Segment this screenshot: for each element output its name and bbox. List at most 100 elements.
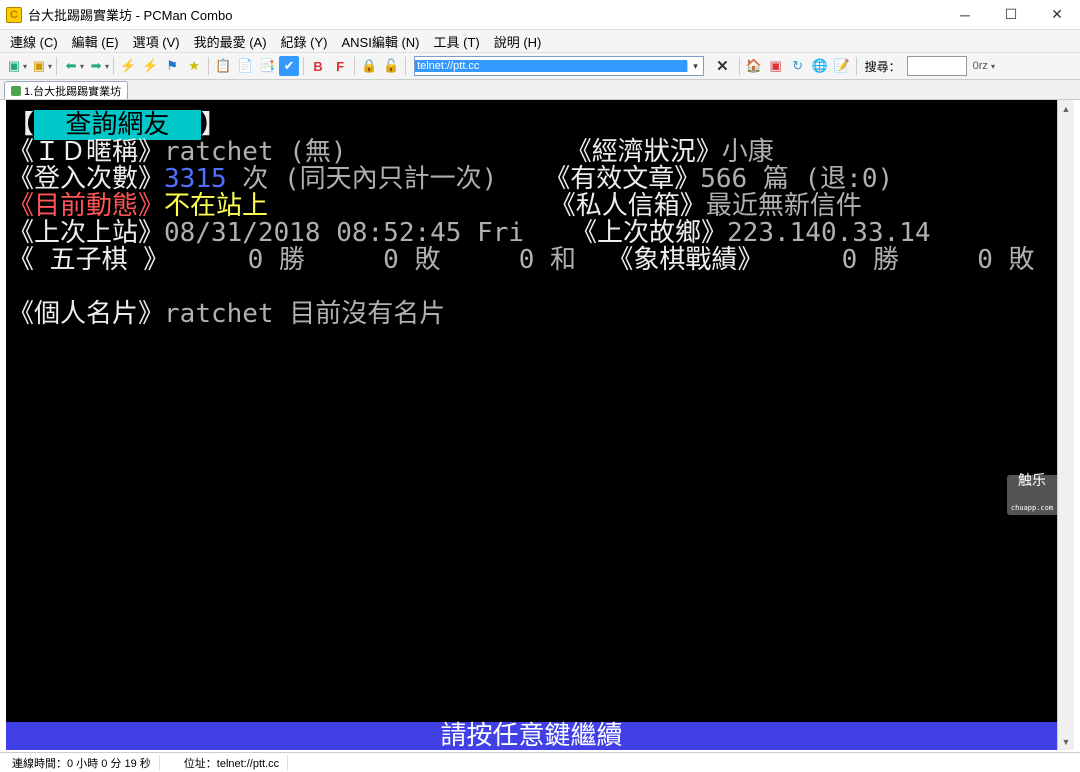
footer-prompt: 請按任意鍵繼續	[6, 722, 1057, 750]
scroll-down-icon[interactable]: ▼	[1058, 733, 1074, 750]
scrollbar[interactable]: ▲ ▼	[1057, 100, 1074, 750]
dropdown-icon[interactable]: ▾	[23, 62, 27, 71]
menu-help[interactable]: 說明 (H)	[488, 30, 548, 53]
maximize-button[interactable]: ☐	[988, 0, 1034, 30]
separator	[208, 57, 209, 75]
dropdown-icon[interactable]: ▾	[991, 62, 995, 71]
check-icon[interactable]: ✔	[279, 56, 299, 76]
status-time: 連線時間：0 小時 0 分 19 秒	[4, 755, 160, 771]
dropdown-icon[interactable]: ▾	[105, 62, 109, 71]
separator	[303, 57, 304, 75]
lastip-label: 《上次故鄉》	[571, 218, 727, 248]
bolt2-icon[interactable]: ⚡	[140, 56, 160, 76]
card-label: 《個人名片》	[8, 299, 164, 329]
window-title: 台大批踢踢實業坊 - PCMan Combo	[28, 5, 942, 24]
doc-icon[interactable]: 📑	[257, 56, 277, 76]
bolt-icon[interactable]: ⚡	[118, 56, 138, 76]
watermark: 触乐 chuapp.com	[1007, 475, 1057, 515]
mail-label: 《私人信箱》	[550, 191, 706, 221]
id-value: ratchet (無)	[164, 137, 347, 167]
watermark-text: 触乐	[1018, 468, 1046, 495]
menu-tools[interactable]: 工具 (T)	[428, 30, 486, 53]
statusbar: 連線時間：0 小時 0 分 19 秒 位址：telnet://ptt.cc	[0, 752, 1080, 772]
separator	[113, 57, 114, 75]
dropdown-icon[interactable]: ▾	[80, 62, 84, 71]
dropdown-icon[interactable]: ▾	[48, 62, 52, 71]
note-icon[interactable]: 📝	[832, 56, 852, 76]
chess-label: 《象棋戰績》	[607, 245, 763, 275]
menu-history[interactable]: 紀錄 (Y)	[275, 30, 334, 53]
bbs-header: 查詢網友	[34, 110, 201, 140]
login-count: 3315	[164, 164, 227, 194]
lock-icon[interactable]: 🔒	[359, 56, 379, 76]
forward-icon[interactable]: ➡	[86, 56, 106, 76]
lastlogin-label: 《上次上站》	[8, 218, 164, 248]
close-button[interactable]: ✕	[1034, 0, 1080, 30]
separator	[56, 57, 57, 75]
status-location: 位址：telnet://ptt.cc	[176, 755, 288, 771]
refresh-icon[interactable]: ↻	[788, 56, 808, 76]
titlebar: C 台大批踢踢實業坊 - PCMan Combo ─ ☐ ✕	[0, 0, 1080, 30]
app-window: C 台大批踢踢實業坊 - PCMan Combo ─ ☐ ✕ 連線 (C) 編輯…	[0, 0, 1080, 772]
terminal[interactable]: 【 查詢網友 】 《ＩＤ暱稱》ratchet (無) 《經濟狀況》小康 《登入次…	[6, 100, 1057, 750]
posts-value: 566 篇 (退:0)	[700, 164, 893, 194]
b-icon[interactable]: B	[308, 56, 328, 76]
new-tab-icon[interactable]: ▣	[4, 56, 24, 76]
new-window-icon[interactable]: ▣	[29, 56, 49, 76]
separator	[856, 57, 857, 75]
stop-icon[interactable]: ▣	[766, 56, 786, 76]
login-label: 《登入次數》	[8, 164, 164, 194]
copy-icon[interactable]: 📋	[213, 56, 233, 76]
app-icon: C	[6, 7, 22, 23]
address-bar[interactable]: telnet://ptt.cc ▾	[414, 56, 704, 76]
econ-value: 小康	[722, 137, 774, 167]
separator	[405, 57, 406, 75]
tab-label: 1.台大批踢踢實業坊	[24, 83, 121, 99]
lock2-icon[interactable]: 🔓	[381, 56, 401, 76]
mail-value: 最近無新信件	[706, 191, 862, 221]
tab-status-icon	[11, 86, 21, 96]
globe-icon[interactable]: 🌐	[810, 56, 830, 76]
id-label: 《ＩＤ暱稱》	[8, 137, 164, 167]
menu-ansi[interactable]: ANSI編輯 (N)	[335, 30, 425, 53]
home-icon[interactable]: 🏠	[744, 56, 764, 76]
watermark-sub: chuapp.com	[1011, 495, 1053, 522]
menu-options[interactable]: 選項 (V)	[127, 30, 186, 53]
back-icon[interactable]: ⬅	[61, 56, 81, 76]
address-dropdown-icon[interactable]: ▾	[687, 61, 703, 72]
address-clear-icon[interactable]: ✕	[710, 57, 735, 75]
paste-icon[interactable]: 📄	[235, 56, 255, 76]
menu-favorites[interactable]: 我的最愛 (A)	[188, 30, 273, 53]
scroll-track[interactable]	[1058, 117, 1074, 733]
star-icon[interactable]: ★	[184, 56, 204, 76]
menubar: 連線 (C) 編輯 (E) 選項 (V) 我的最愛 (A) 紀錄 (Y) ANS…	[0, 30, 1080, 52]
scroll-up-icon[interactable]: ▲	[1058, 100, 1074, 117]
menu-connect[interactable]: 連線 (C)	[4, 30, 64, 53]
lastlogin-value: 08/31/2018 08:52:45 Fri	[164, 218, 524, 248]
login-suffix: 次 (同天內只計一次)	[227, 164, 498, 194]
toolbar: ▣▾ ▣▾ ⬅▾ ➡▾ ⚡ ⚡ ⚑ ★ 📋 📄 📑 ✔ B F 🔒 🔓 teln…	[0, 52, 1080, 80]
flag-icon[interactable]: ⚑	[162, 56, 182, 76]
terminal-area: 【 查詢網友 】 《ＩＤ暱稱》ratchet (無) 《經濟狀況》小康 《登入次…	[6, 100, 1074, 750]
orz-button[interactable]: 0rz	[969, 60, 992, 72]
tab-ptt[interactable]: 1.台大批踢踢實業坊	[4, 81, 128, 99]
lastip-value: 223.140.33.14	[727, 218, 931, 248]
status-label: 《目前動態》	[8, 191, 164, 221]
gomoku-label: 《 五子棋 》	[8, 245, 169, 275]
f-icon[interactable]: F	[330, 56, 350, 76]
search-input[interactable]	[907, 56, 967, 76]
status-value: 不在站上	[164, 191, 268, 221]
chess-stats: 0 勝 0 敗 0 和	[763, 245, 1057, 275]
gomoku-stats: 0 勝 0 敗 0 和	[169, 245, 576, 275]
separator	[354, 57, 355, 75]
address-value: telnet://ptt.cc	[415, 60, 687, 72]
tabstrip: 1.台大批踢踢實業坊	[0, 80, 1080, 100]
search-label: 搜尋：	[861, 58, 905, 75]
card-value: ratchet 目前沒有名片	[164, 299, 445, 329]
econ-label: 《經濟狀況》	[566, 137, 722, 167]
menu-edit[interactable]: 編輯 (E)	[66, 30, 125, 53]
posts-label: 《有效文章》	[544, 164, 700, 194]
minimize-button[interactable]: ─	[942, 0, 988, 30]
window-controls: ─ ☐ ✕	[942, 0, 1080, 30]
separator	[739, 57, 740, 75]
